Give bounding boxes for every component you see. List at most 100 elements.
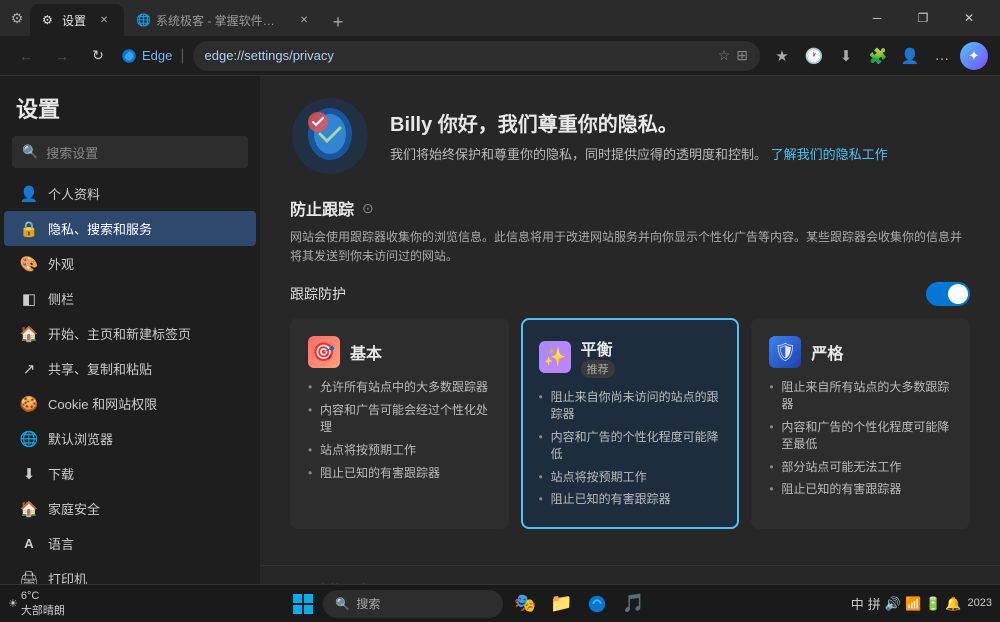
taskbar-apps: 🎭 📁 🎵 [509, 588, 649, 620]
tab-settings[interactable]: ⚙ 设置 ✕ [30, 4, 124, 36]
sidebar-item-newtab-label: 开始、主页和新建标签页 [48, 324, 191, 343]
privacy-link[interactable]: 了解我们的隐私工作 [771, 147, 888, 162]
balanced-card-header: ✨ 平衡 推荐 [539, 336, 722, 378]
pinyin-icon[interactable]: 拼 [868, 594, 881, 613]
downloads-icon[interactable]: ⬇ [832, 42, 860, 70]
profile-icon: 👤 [20, 185, 38, 203]
tab-xijike-label: 系统极客 - 掌握软件技能 [156, 12, 286, 29]
settings-favicon: ⚙ [42, 13, 56, 27]
tab-settings-label: 设置 [62, 12, 86, 29]
tab-settings-close[interactable]: ✕ [96, 12, 112, 28]
sidebar-item-download[interactable]: ⬇ 下载 [4, 456, 256, 491]
sidebar-item-newtab[interactable]: 🏠 开始、主页和新建标签页 [4, 316, 256, 351]
ime-icon[interactable]: 中 [851, 594, 864, 613]
language-icon: A [20, 535, 38, 553]
tracking-help-icon[interactable]: ⊙ [362, 200, 374, 217]
tracking-toggle-row: 跟踪防护 [290, 282, 970, 306]
url-bar[interactable]: edge://settings/privacy ☆ ⊞ [193, 41, 760, 71]
new-tab-button[interactable]: + [324, 8, 352, 36]
taskbar-app-emoji[interactable]: 🎭 [509, 588, 541, 620]
sidebar-item-privacy-label: 隐私、搜索和服务 [48, 219, 152, 238]
maximize-button[interactable]: ❐ [900, 0, 946, 36]
sidebar: 设置 🔍 搜索设置 👤 个人资料 🔒 隐私、搜索和服务 🎨 外观 ◧ 侧栏 🏠 … [0, 76, 260, 584]
sidebar-title: 设置 [0, 84, 260, 136]
taskbar-search[interactable]: 🔍 搜索 [323, 590, 503, 618]
search-settings-box[interactable]: 🔍 搜索设置 [12, 136, 248, 168]
tracking-toggle[interactable] [926, 282, 970, 306]
sidebar-item-browser[interactable]: 🌐 默认浏览器 [4, 421, 256, 456]
sidebar-item-sidebar[interactable]: ◧ 侧栏 [4, 281, 256, 316]
sidebar-icon: ◧ [20, 290, 38, 308]
tracker-card-strict[interactable]: 🛡 严格 阻止来自所有站点的大多数跟踪器 内容和广告的个性化程度可能降至最低 部… [751, 318, 970, 529]
tab-xijike-close[interactable]: ✕ [296, 12, 312, 28]
time-display: 2023 [968, 596, 992, 610]
star-icon[interactable]: ☆ [718, 47, 731, 64]
balanced-item-2: 内容和广告的个性化程度可能降低 [539, 426, 722, 466]
back-button[interactable]: ← [12, 42, 40, 70]
sidebar-item-profile[interactable]: 👤 个人资料 [4, 176, 256, 211]
xijike-favicon: 🌐 [136, 13, 150, 27]
sidebar-item-profile-label: 个人资料 [48, 184, 100, 203]
collection-icon[interactable]: ⊞ [736, 47, 748, 64]
start-button[interactable] [289, 590, 317, 618]
tracker-card-basic[interactable]: 🎯 基本 允许所有站点中的大多数跟踪器 内容和广告可能会经过个性化处理 站点将按… [290, 318, 509, 529]
taskbar-app-music[interactable]: 🎵 [617, 588, 649, 620]
taskbar-app-folder[interactable]: 📁 [545, 588, 577, 620]
sidebar-item-appearance-label: 外观 [48, 254, 74, 273]
minimize-button[interactable]: ─ [854, 0, 900, 36]
extensions-icon[interactable]: 🧩 [864, 42, 892, 70]
taskbar-search-icon: 🔍 [335, 597, 350, 611]
sidebar-item-appearance[interactable]: 🎨 外观 [4, 246, 256, 281]
volume-icon[interactable]: 🔊 [885, 596, 901, 612]
balanced-item-4: 阻止已知的有害跟踪器 [539, 488, 722, 511]
favorites-icon[interactable]: ★ [768, 42, 796, 70]
basic-item-1: 允许所有站点中的大多数跟踪器 [308, 376, 491, 399]
refresh-button[interactable]: ↻ [84, 42, 112, 70]
sidebar-item-language[interactable]: A 语言 [4, 526, 256, 561]
sidebar-item-family-label: 家庭安全 [48, 499, 100, 518]
close-button[interactable]: ✕ [946, 0, 992, 36]
sidebar-item-printer[interactable]: 🖨 打印机 [4, 561, 256, 584]
sidebar-item-cookies[interactable]: 🍪 Cookie 和网站权限 [4, 386, 256, 421]
taskbar-center: 🔍 搜索 🎭 📁 🎵 [92, 588, 847, 620]
history-icon[interactable]: 🕐 [800, 42, 828, 70]
url-text: edge://settings/privacy [205, 48, 334, 63]
cookies-icon: 🍪 [20, 395, 38, 413]
tracker-card-balanced[interactable]: ✨ 平衡 推荐 阻止来自你尚未访问的站点的跟踪器 内容和广告的个性化程度可能降低… [521, 318, 740, 529]
search-settings-icon: 🔍 [22, 144, 38, 160]
sidebar-item-family[interactable]: 🏠 家庭安全 [4, 491, 256, 526]
taskbar-app-edge[interactable] [581, 588, 613, 620]
strict-item-1: 阻止来自所有站点的大多数跟踪器 [769, 376, 952, 416]
sidebar-item-cookies-label: Cookie 和网站权限 [48, 394, 157, 413]
sidebar-item-share-label: 共享、复制和粘贴 [48, 359, 152, 378]
strict-card-header: 🛡 严格 [769, 336, 952, 368]
strict-item-2: 内容和广告的个性化程度可能降至最低 [769, 416, 952, 456]
weather-icon: ☀ [8, 597, 18, 610]
greeting-desc: 我们将始终保护和尊重你的隐私，同时提供应得的透明度和控制。 了解我们的隐私工作 [390, 145, 888, 165]
tab-xijike[interactable]: 🌐 系统极客 - 掌握软件技能 ✕ [124, 4, 324, 36]
greeting-title: Billy 你好，我们尊重你的隐私。 [390, 108, 888, 137]
copilot-button[interactable]: ✦ [960, 42, 988, 70]
balanced-card-title: 平衡 推荐 [581, 336, 615, 378]
weather-widget[interactable]: ☀ 6°C 大部晴朗 [8, 590, 65, 618]
blocked-trackers-row[interactable]: 已阻止的跟踪器 查看我们已阻止其对你进行跟踪的站点 › [260, 565, 1000, 584]
download-icon: ⬇ [20, 465, 38, 483]
strict-item-3: 部分站点可能无法工作 [769, 456, 952, 479]
tracking-section-title: 防止跟踪 ⊙ [290, 196, 970, 220]
taskbar-time[interactable]: 2023 [968, 596, 992, 610]
forward-button[interactable]: → [48, 42, 76, 70]
sidebar-item-browser-label: 默认浏览器 [48, 429, 113, 448]
privacy-icon: 🔒 [20, 220, 38, 238]
settings-more-icon[interactable]: … [928, 42, 956, 70]
sidebar-item-share[interactable]: ↗ 共享、复制和粘贴 [4, 351, 256, 386]
bell-icon[interactable]: 🔔 [945, 596, 961, 612]
sidebar-item-privacy[interactable]: 🔒 隐私、搜索和服务 [4, 211, 256, 246]
browser-icon: 🌐 [20, 430, 38, 448]
tracking-desc: 网站会使用跟踪器收集你的浏览信息。此信息将用于改进网站服务并向你显示个性化广告等… [290, 228, 970, 266]
tracking-protection-label: 跟踪防护 [290, 284, 346, 304]
battery-icon[interactable]: 🔋 [925, 596, 941, 612]
basic-icon: 🎯 [308, 336, 340, 368]
network-icon[interactable]: 📶 [905, 596, 921, 612]
account-icon[interactable]: 👤 [896, 42, 924, 70]
sidebar-item-printer-label: 打印机 [48, 569, 87, 584]
